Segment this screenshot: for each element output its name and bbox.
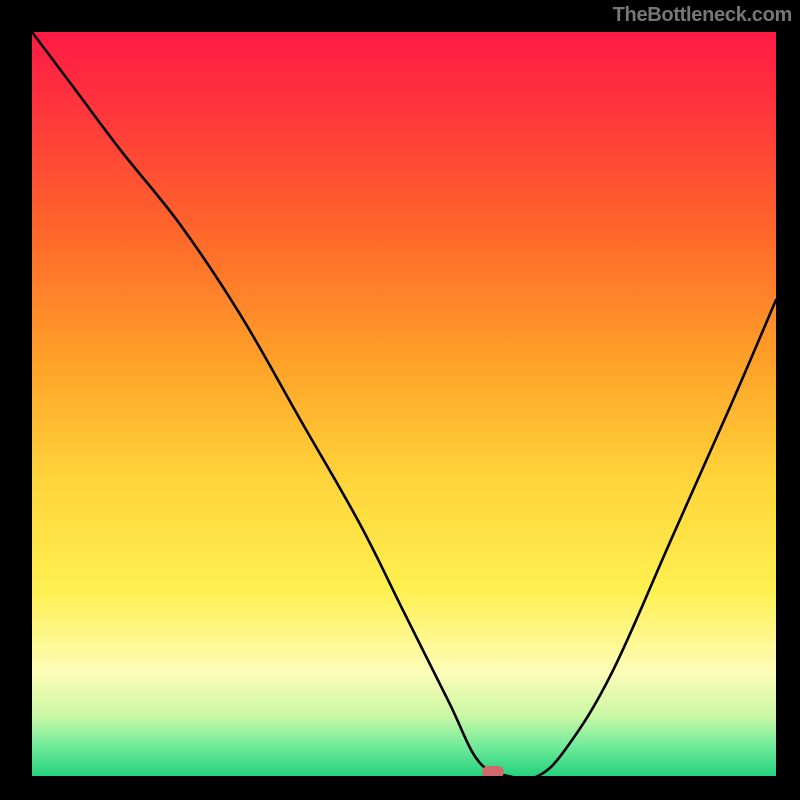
curve-layer [32,32,776,776]
optimum-marker [482,766,504,776]
attribution-text: TheBottleneck.com [613,4,792,27]
bottleneck-curve-path [32,32,776,776]
plot-area [32,32,776,776]
bottleneck-chart: TheBottleneck.com [0,0,800,800]
